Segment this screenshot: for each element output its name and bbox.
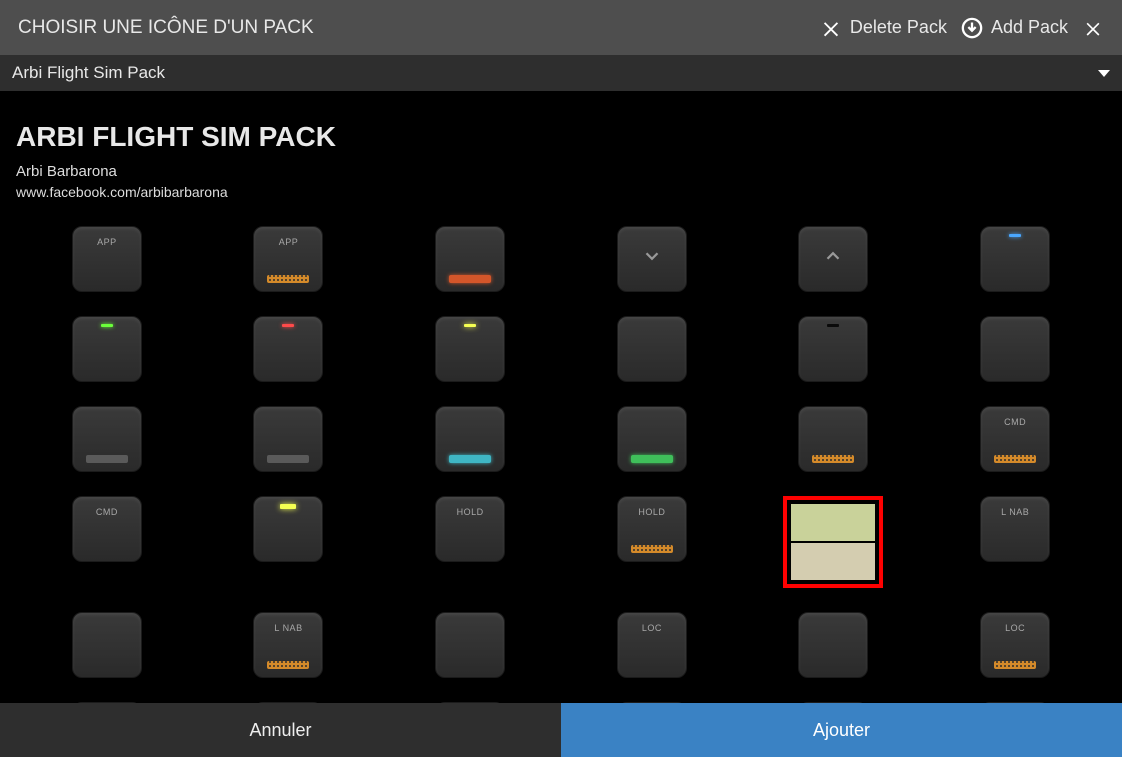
icon-cell[interactable]: APP <box>253 226 323 292</box>
icon-cell[interactable]: HOLD <box>617 496 687 562</box>
icon-label: L NAB <box>1001 507 1029 517</box>
chevron-up-icon <box>822 245 844 273</box>
pack-author: Arbi Barbarona <box>16 163 1106 180</box>
icon-cell[interactable] <box>253 496 323 562</box>
chevron-down-icon <box>641 245 663 273</box>
download-icon <box>961 17 983 39</box>
dots-indicator <box>631 455 673 463</box>
icon-cell[interactable] <box>798 406 868 472</box>
delete-pack-label: Delete Pack <box>850 17 947 38</box>
icon-cell[interactable] <box>72 316 142 382</box>
icon-cell[interactable]: LOC <box>980 612 1050 678</box>
icon-label: LOC <box>1005 623 1025 633</box>
content-scroll[interactable]: ARBI FLIGHT SIM PACK Arbi Barbarona www.… <box>0 91 1122 703</box>
icon-cell[interactable] <box>435 612 505 678</box>
icon-cell[interactable] <box>435 226 505 292</box>
cancel-button[interactable]: Annuler <box>0 703 561 757</box>
icon-label: L NAB <box>274 623 302 633</box>
icon-cell[interactable]: HOLD <box>435 496 505 562</box>
add-button[interactable]: Ajouter <box>561 703 1122 757</box>
icon-cell[interactable]: L NAB <box>253 612 323 678</box>
dots-indicator <box>994 455 1036 463</box>
icon-cell[interactable]: LOC <box>617 612 687 678</box>
icon-grid: APP APP CMD CMD HOLD HOLD L NAB L NAB LOC LOC <box>16 226 1106 703</box>
dots-indicator <box>449 455 491 463</box>
dots-indicator <box>994 661 1036 669</box>
icon-cell[interactable] <box>798 226 868 292</box>
icon-cell[interactable]: L NAB <box>980 496 1050 562</box>
icon-cell[interactable] <box>798 612 868 678</box>
icon-label: LOC <box>642 623 662 633</box>
icon-cell[interactable] <box>980 226 1050 292</box>
delete-pack-button[interactable]: Delete Pack <box>820 17 947 39</box>
icon-cell[interactable] <box>72 406 142 472</box>
icon-label: CMD <box>1004 417 1026 427</box>
icon-cell[interactable]: CMD <box>72 496 142 562</box>
pack-link: www.facebook.com/arbibarbarona <box>16 184 1106 200</box>
led-indicator <box>280 504 296 509</box>
header-bar: CHOISIR UNE ICÔNE D'UN PACK Delete Pack … <box>0 0 1122 55</box>
dots-indicator <box>267 275 309 283</box>
icon-label: HOLD <box>457 507 484 517</box>
pack-title: ARBI FLIGHT SIM PACK <box>16 121 1106 153</box>
icon-cell-selected[interactable] <box>783 496 883 588</box>
dots-indicator <box>267 455 309 463</box>
icon-cell[interactable] <box>617 406 687 472</box>
add-pack-button[interactable]: Add Pack <box>961 17 1068 39</box>
led-indicator <box>101 324 113 327</box>
icon-cell[interactable] <box>980 316 1050 382</box>
dots-indicator <box>812 455 854 463</box>
led-indicator <box>827 324 839 327</box>
dots-indicator <box>631 545 673 553</box>
icon-label: HOLD <box>638 507 665 517</box>
pack-selector-label: Arbi Flight Sim Pack <box>12 63 165 83</box>
footer-bar: Annuler Ajouter <box>0 703 1122 757</box>
icon-cell[interactable] <box>617 226 687 292</box>
icon-cell[interactable] <box>253 406 323 472</box>
icon-cell[interactable]: CMD <box>980 406 1050 472</box>
led-indicator <box>464 324 476 327</box>
dialog-close-button[interactable] <box>1082 17 1104 39</box>
icon-cell[interactable] <box>435 316 505 382</box>
header-actions: Delete Pack Add Pack <box>820 17 1104 39</box>
icon-label: CMD <box>96 507 118 517</box>
icon-cell[interactable] <box>253 316 323 382</box>
icon-cell[interactable] <box>617 316 687 382</box>
icon-cell[interactable] <box>72 612 142 678</box>
header-title: CHOISIR UNE ICÔNE D'UN PACK <box>18 17 314 39</box>
led-indicator <box>1009 234 1021 237</box>
icon-cell[interactable]: APP <box>72 226 142 292</box>
icon-label: APP <box>279 237 299 247</box>
icon-cell[interactable] <box>435 406 505 472</box>
icon-cell[interactable] <box>798 316 868 382</box>
dots-indicator <box>267 661 309 669</box>
dots-indicator <box>449 275 491 283</box>
chevron-down-icon <box>1098 70 1110 77</box>
close-icon <box>820 17 842 39</box>
pack-selector[interactable]: Arbi Flight Sim Pack <box>0 55 1122 91</box>
add-pack-label: Add Pack <box>991 17 1068 38</box>
led-indicator <box>282 324 294 327</box>
icon-label: APP <box>97 237 117 247</box>
dots-indicator <box>86 455 128 463</box>
